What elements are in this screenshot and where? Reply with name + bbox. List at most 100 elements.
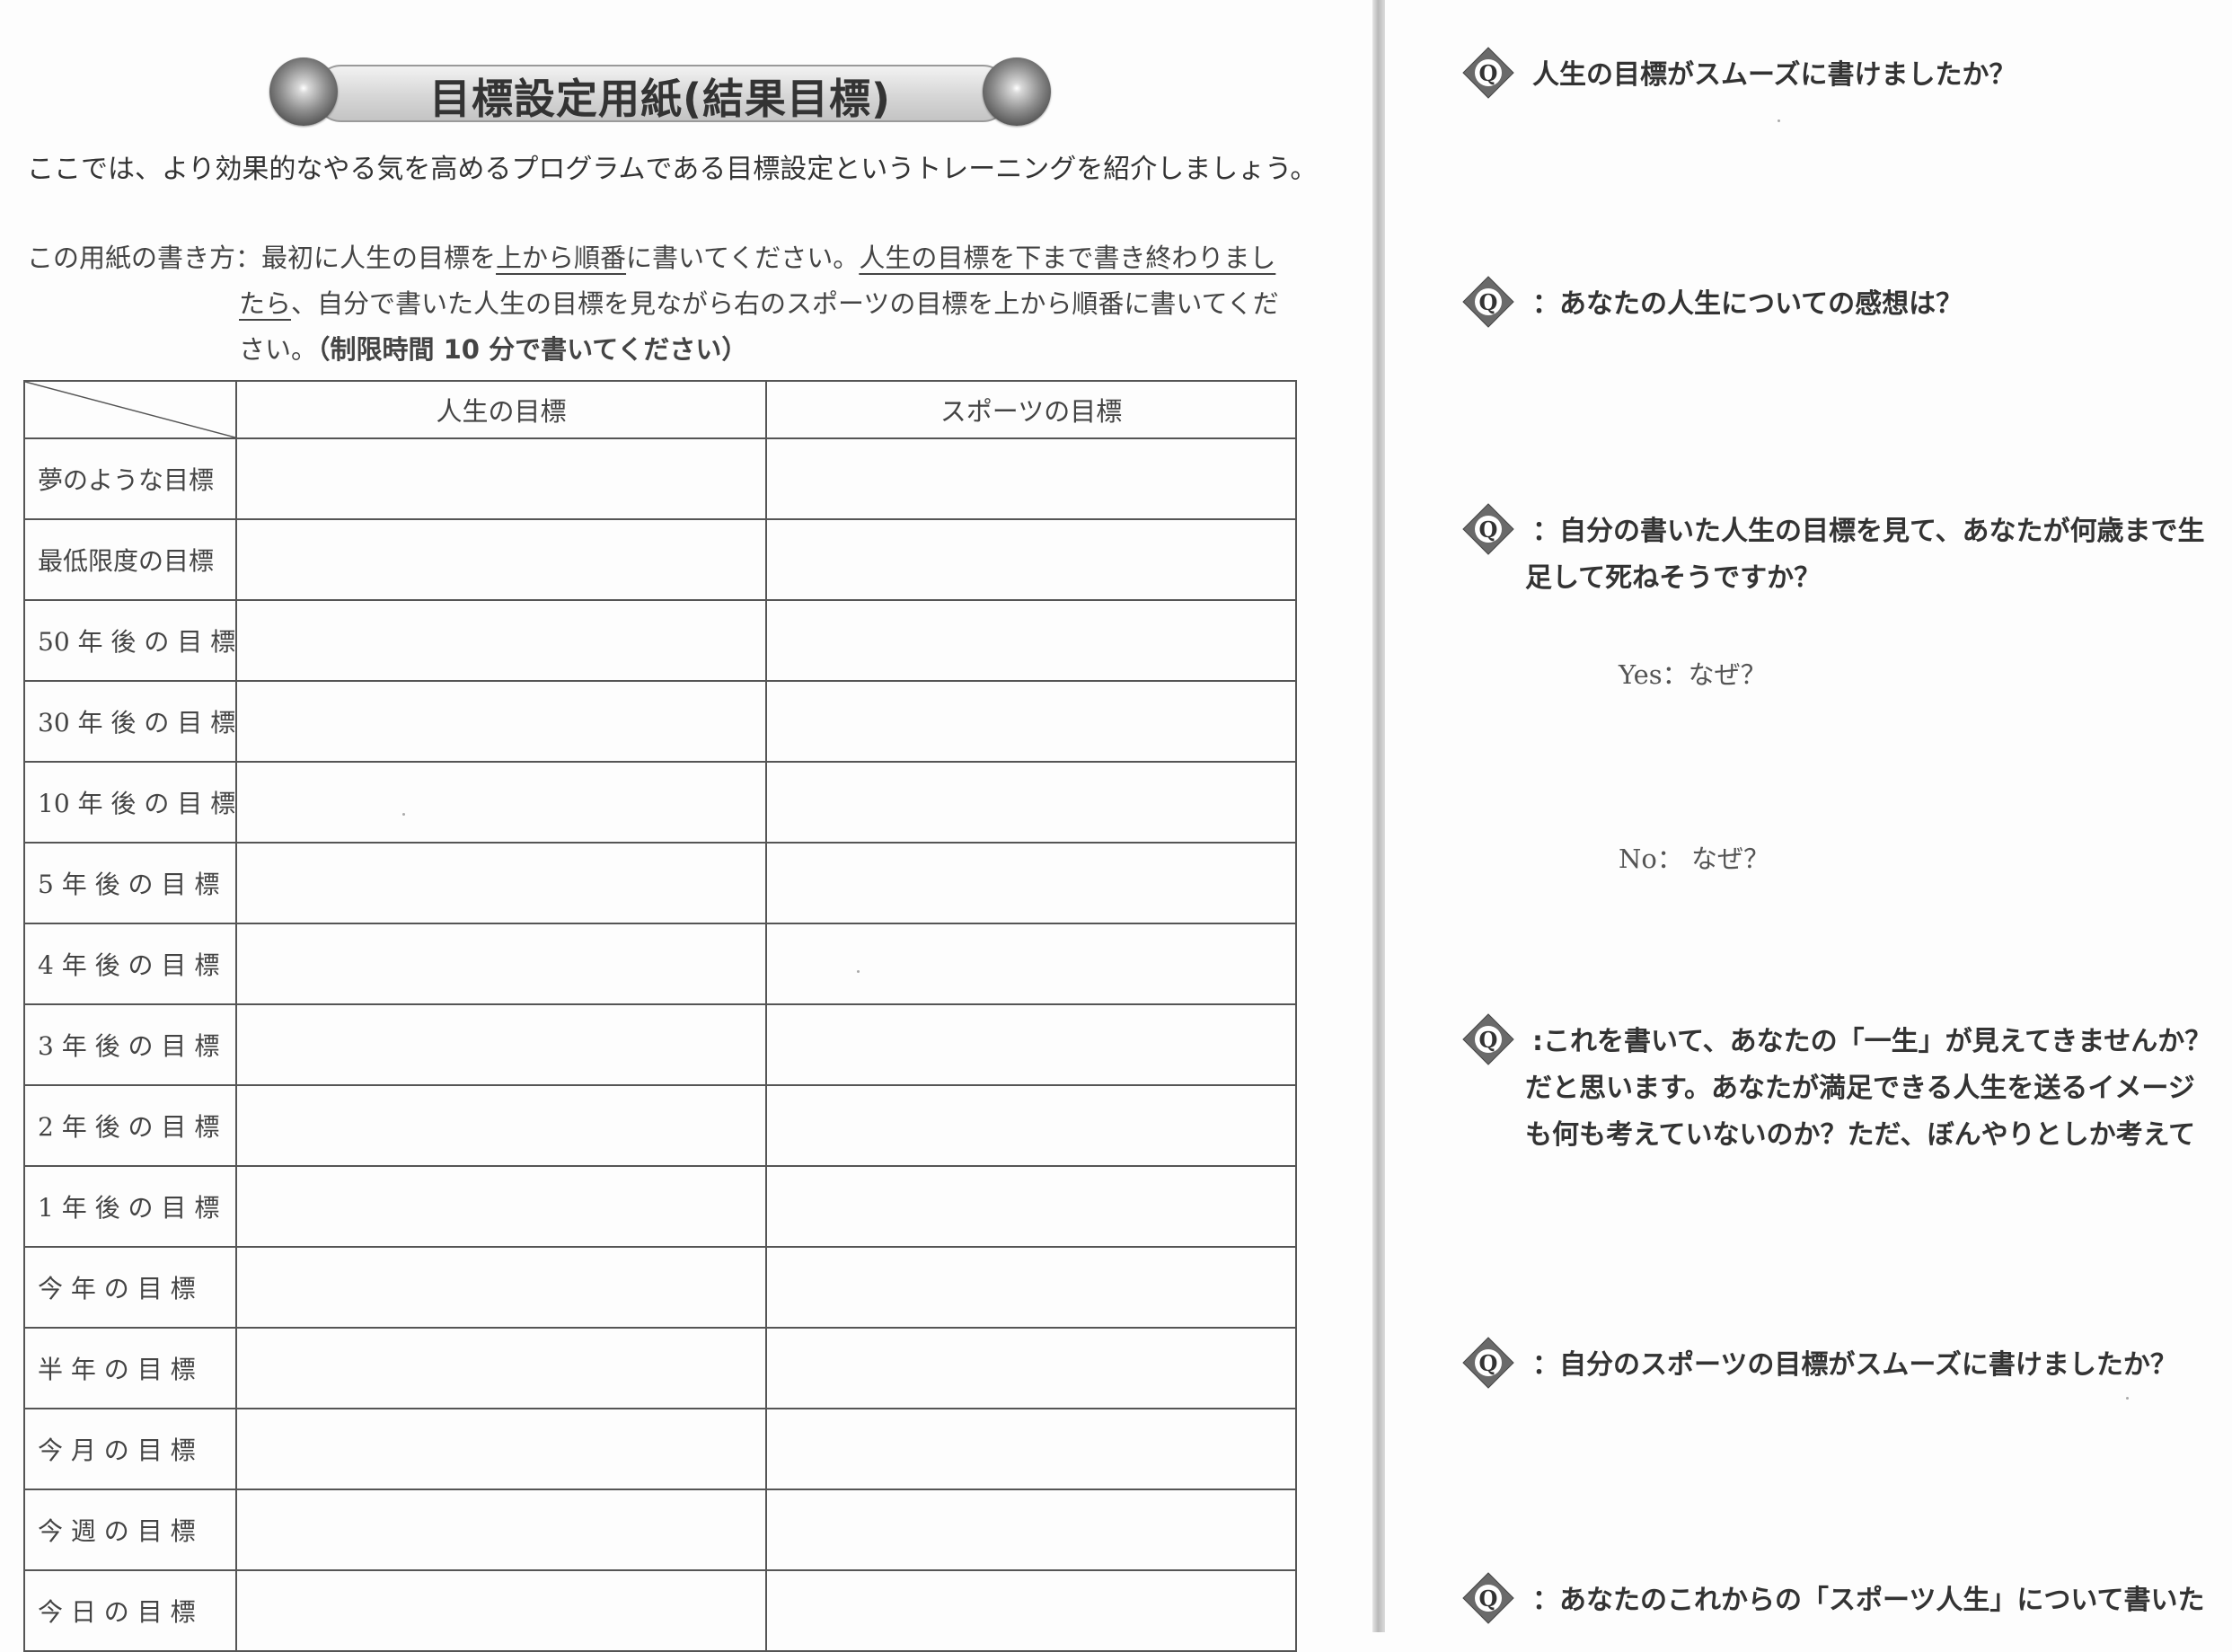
table-row: 2 年 後 の 目 標	[23, 1084, 1297, 1167]
life-goal-cell[interactable]	[235, 1327, 767, 1409]
life-goal-cell[interactable]	[235, 437, 767, 520]
instructions-underline: 上から順番	[496, 243, 627, 273]
q-diamond-icon: Q	[1462, 1572, 1514, 1624]
table-row: 1 年 後 の 目 標	[23, 1165, 1297, 1248]
row-label: 2 年 後 の 目 標	[23, 1084, 237, 1167]
life-goal-cell[interactable]	[235, 1084, 767, 1167]
row-label: 最低限度の目標	[23, 518, 237, 601]
row-label: 30 年 後 の 目 標	[23, 680, 237, 763]
q-letter: Q	[1479, 60, 1498, 86]
instructions-label: この用紙の書き方：	[27, 243, 262, 273]
question-line: 人生の目標がスムーズに書けましたか？	[1532, 59, 2016, 91]
q-diamond-icon: Q	[1462, 503, 1514, 555]
sports-goal-cell[interactable]	[765, 1408, 1297, 1490]
table-row: 夢のような目標	[23, 437, 1297, 520]
question-line: 足して死ねそうですか？	[1525, 562, 1822, 594]
goal-table: 人生の目標 スポーツの目標 夢のような目標 最低限度の目標 50 年 後 の 目 標…	[23, 380, 1297, 1652]
goal-table-body: 夢のような目標 最低限度の目標 50 年 後 の 目 標 30 年 後 の 目 標 10…	[23, 437, 1297, 1652]
table-row: 今 週 の 目 標	[23, 1489, 1297, 1571]
row-label: 4 年 後 の 目 標	[23, 923, 237, 1005]
sports-goal-cell[interactable]	[765, 842, 1297, 924]
answer-no-prompt: No： なぜ？	[1619, 844, 1770, 874]
instructions-line-2: たら、自分で書いた人生の目標を見ながら右のスポーツの目標を上から順番に書いてくだ	[239, 281, 1279, 327]
row-label: 今 週 の 目 標	[23, 1489, 237, 1571]
question-line: ：自分のスポーツの目標がスムーズに書けましたか？	[1532, 1349, 2177, 1381]
row-label: 今 月 の 目 標	[23, 1408, 237, 1490]
table-row: 5 年 後 の 目 標	[23, 842, 1297, 924]
question-text: ：あなたの人生についての感想は？	[1532, 281, 1963, 328]
question-line: ：自分の書いた人生の目標を見て、あなたが何歳まで生	[1532, 516, 2205, 547]
q-letter: Q	[1479, 1350, 1498, 1376]
question-text: :これを書いて、あなたの「一生」が見えてきませんか？ だと思います。あなたが満足で…	[1525, 1019, 2212, 1159]
life-goal-cell[interactable]	[235, 842, 767, 924]
instructions-text: に書いてください。	[626, 243, 860, 273]
instructions-underline: 人生の目標を下まで書き終わりまし	[859, 243, 1276, 273]
q-diamond-icon: Q	[1462, 1337, 1514, 1389]
paper-speck	[402, 813, 405, 816]
table-row: 最低限度の目標	[23, 518, 1297, 601]
life-goal-cell[interactable]	[235, 1246, 767, 1329]
table-row: 30 年 後 の 目 標	[23, 680, 1297, 763]
book-spine	[1372, 0, 1385, 1632]
question-line: :これを書いて、あなたの「一生」が見えてきませんか？	[1532, 1026, 2212, 1057]
title-banner: 目標設定用紙(結果目標)	[269, 57, 1051, 128]
life-goal-cell[interactable]	[235, 1569, 767, 1652]
q-letter: Q	[1479, 517, 1498, 543]
page-title: 目標設定用紙(結果目標)	[428, 75, 892, 123]
instructions-line-1: この用紙の書き方：最初に人生の目標を上から順番に書いてください。人生の目標を下ま…	[27, 235, 1275, 281]
life-goal-cell[interactable]	[235, 518, 767, 601]
row-label: 10 年 後 の 目 標	[23, 761, 237, 844]
sports-goal-cell[interactable]	[765, 1246, 1297, 1329]
sports-goal-cell[interactable]	[765, 680, 1297, 763]
question-text: ：自分のスポーツの目標がスムーズに書けましたか？	[1532, 1342, 2177, 1389]
row-label: 50 年 後 の 目 標	[23, 599, 237, 682]
life-goal-cell[interactable]	[235, 761, 767, 844]
life-goal-cell[interactable]	[235, 1489, 767, 1571]
paper-speck	[857, 970, 860, 973]
sports-goal-cell[interactable]	[765, 1489, 1297, 1571]
diagonal-line	[25, 382, 235, 437]
instructions-text: さい。	[239, 334, 318, 365]
sports-goal-cell[interactable]	[765, 1569, 1297, 1652]
life-goal-cell[interactable]	[235, 1165, 767, 1248]
question-line: も何も考えていないのか？ただ、ぼんやりとしか考えて	[1525, 1119, 2196, 1151]
life-goal-cell[interactable]	[235, 1003, 767, 1086]
question-line: ：あなたのこれからの「スポーツ人生」について書いた	[1532, 1585, 2205, 1616]
life-goal-cell[interactable]	[235, 599, 767, 682]
right-page: Q 人生の目標がスムーズに書けましたか？ Q ：あなたの人生についての感想は？ Q ：自分…	[1385, 0, 2232, 1632]
row-label: 半 年 の 目 標	[23, 1327, 237, 1409]
question-text: 人生の目標がスムーズに書けましたか？	[1532, 52, 2016, 99]
question-line: ：あなたの人生についての感想は？	[1532, 288, 1963, 320]
answer-yes-prompt: Yes：なぜ？	[1619, 659, 1767, 690]
sports-goal-cell[interactable]	[765, 923, 1297, 1005]
q-letter: Q	[1479, 1586, 1498, 1612]
sports-goal-cell[interactable]	[765, 1003, 1297, 1086]
life-goal-cell[interactable]	[235, 923, 767, 1005]
table-row: 半 年 の 目 標	[23, 1327, 1297, 1409]
sports-goal-cell[interactable]	[765, 761, 1297, 844]
row-label: 3 年 後 の 目 標	[23, 1003, 237, 1086]
life-goal-cell[interactable]	[235, 680, 767, 763]
q-letter: Q	[1479, 289, 1498, 315]
life-goal-cell[interactable]	[235, 1408, 767, 1490]
sports-goal-cell[interactable]	[765, 437, 1297, 520]
table-row: 今 月 の 目 標	[23, 1408, 1297, 1490]
column-header-sports-goals: スポーツの目標	[765, 380, 1297, 439]
row-label: 今 年 の 目 標	[23, 1246, 237, 1329]
question-text: ：あなたのこれからの「スポーツ人生」について書いた	[1532, 1577, 2205, 1624]
sports-goal-cell[interactable]	[765, 518, 1297, 601]
sports-goal-cell[interactable]	[765, 1327, 1297, 1409]
sports-goal-cell[interactable]	[765, 599, 1297, 682]
time-limit-note: （制限時間 10 分で書いてください）	[317, 334, 748, 365]
column-header-life-goals: 人生の目標	[235, 380, 767, 439]
row-label: 夢のような目標	[23, 437, 237, 520]
table-header-row: 人生の目標 スポーツの目標	[23, 380, 1297, 439]
instructions-text: 、自分で書いた人生の目標を見ながら右のスポーツの目標を上から順番に書いてくだ	[291, 288, 1279, 319]
sports-goal-cell[interactable]	[765, 1165, 1297, 1248]
table-row: 今 日 の 目 標	[23, 1569, 1297, 1652]
instructions-underline: たら	[239, 288, 292, 319]
table-row: 4 年 後 の 目 標	[23, 923, 1297, 1005]
sports-goal-cell[interactable]	[765, 1084, 1297, 1167]
row-label: 1 年 後 の 目 標	[23, 1165, 237, 1248]
q-diamond-icon: Q	[1462, 47, 1514, 99]
